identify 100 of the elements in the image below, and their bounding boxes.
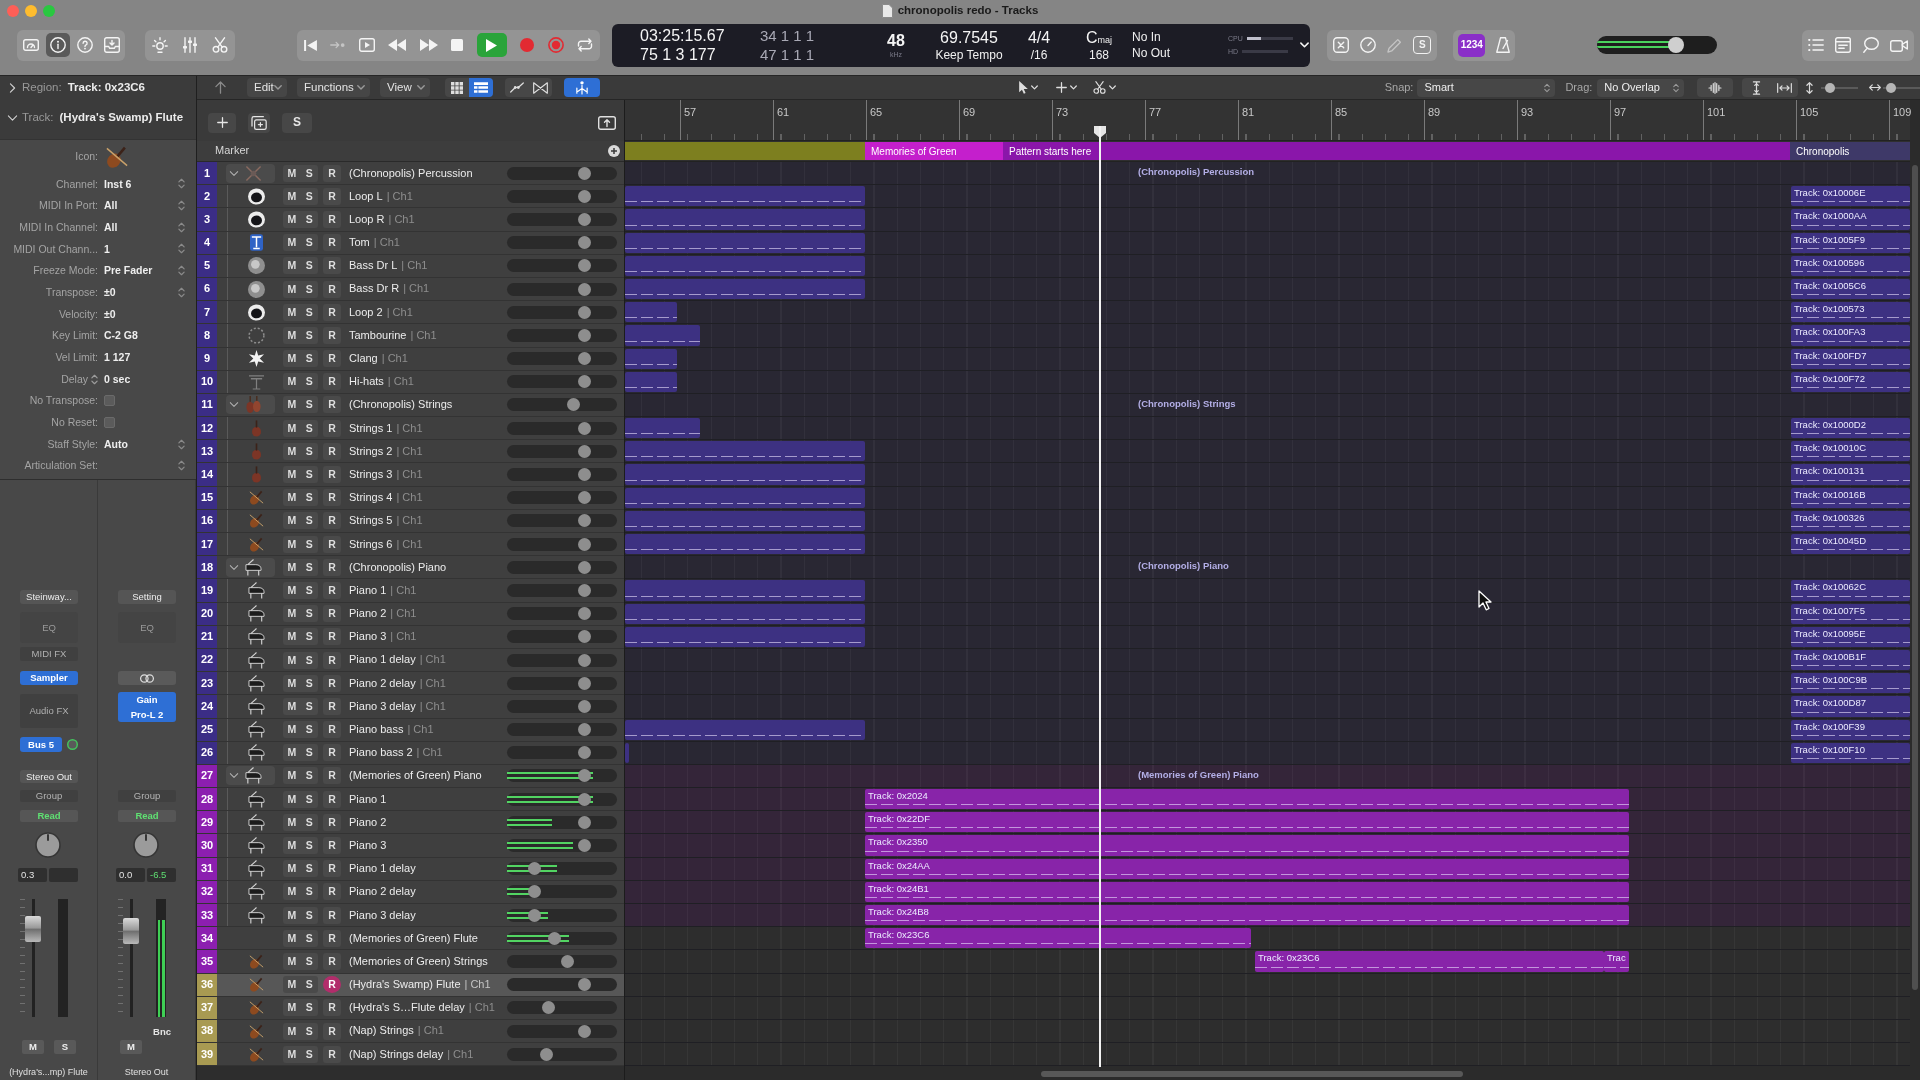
eq-display[interactable]: EQ <box>20 612 78 643</box>
mute-button[interactable]: M <box>283 744 301 762</box>
output-button[interactable]: Stereo Out <box>20 770 78 783</box>
record-button[interactable]: R <box>323 744 341 762</box>
track-header[interactable]: 18 M S R (Chronopolis) Piano <box>197 556 624 580</box>
region[interactable]: Track: 0x24AA <box>865 858 1629 879</box>
slider-knob[interactable] <box>1886 82 1897 93</box>
solo-button[interactable]: S <box>300 976 318 994</box>
search-icon[interactable] <box>1862 37 1879 53</box>
track-header[interactable]: 23 M S R Piano 2 delay | Ch1 <box>197 672 624 696</box>
count-in-button[interactable]: 1234 <box>1458 33 1486 57</box>
volume-slider[interactable] <box>507 1024 617 1038</box>
field-value[interactable]: 1 127 <box>104 351 131 364</box>
track-header[interactable]: 26 M S R Piano bass 2 | Ch1 <box>197 741 624 765</box>
record-button[interactable]: R <box>323 396 341 414</box>
record-button[interactable]: R <box>323 976 341 994</box>
mute-button[interactable]: M <box>283 767 301 785</box>
solo-button[interactable]: S <box>300 860 318 878</box>
record-button[interactable]: R <box>323 558 341 576</box>
track-header[interactable]: 2 M S R Loop L | Ch1 <box>197 185 624 209</box>
solo-button[interactable]: S <box>300 466 318 484</box>
record-button[interactable]: R <box>323 929 341 947</box>
caret-icon[interactable] <box>1300 42 1309 48</box>
region[interactable]: Track: 0x2350 <box>865 835 1629 856</box>
fader-handle[interactable] <box>25 915 41 942</box>
region[interactable]: Track: 0x1005F9 <box>1791 232 1910 253</box>
volume-slider[interactable] <box>507 352 617 366</box>
fast-forward-icon[interactable] <box>419 39 438 51</box>
volume-slider[interactable] <box>507 398 617 412</box>
region[interactable] <box>625 534 865 555</box>
group-button[interactable]: Group <box>118 790 176 802</box>
region[interactable]: Track: 0x100F10 <box>1791 742 1910 763</box>
mute-button[interactable]: M <box>283 466 301 484</box>
plugin-button[interactable]: Gain <box>118 692 176 707</box>
track-header[interactable]: 33 M S R Piano 3 delay <box>197 904 624 928</box>
stepper-icon[interactable] <box>178 200 185 212</box>
region[interactable] <box>625 232 865 253</box>
region[interactable] <box>625 487 865 508</box>
track-header[interactable]: 4 M S R Tom | Ch1 <box>197 231 624 255</box>
solo-button[interactable]: S <box>300 326 318 344</box>
mute-button[interactable]: M <box>283 906 301 924</box>
region[interactable]: Track: 0x1007F5 <box>1791 603 1910 624</box>
scissors-icon[interactable] <box>212 37 228 53</box>
mute-button[interactable]: M <box>283 164 301 182</box>
solo-button[interactable]: S <box>300 442 318 460</box>
slider-knob[interactable] <box>528 885 541 899</box>
region[interactable]: Track: 0x100D87 <box>1791 696 1910 717</box>
stepper-icon[interactable] <box>91 373 98 385</box>
record-button[interactable]: R <box>323 1022 341 1040</box>
send-knob-icon[interactable] <box>67 739 78 750</box>
camera-icon[interactable] <box>1890 38 1909 52</box>
track-header[interactable]: 24 M S R Piano 3 delay | Ch1 <box>197 695 624 719</box>
scissors-tool-button[interactable] <box>1092 78 1118 97</box>
volume-slider[interactable] <box>507 491 617 505</box>
track-header[interactable]: 32 M S R Piano 2 delay <box>197 880 624 904</box>
track-header[interactable]: 35 M S R (Memories of Green) Strings <box>197 950 624 974</box>
region[interactable]: Track: 0x24B8 <box>865 905 1629 926</box>
mute-button[interactable]: M <box>283 489 301 507</box>
region[interactable]: Track: 0x100596 <box>1791 255 1910 276</box>
master-volume-slider[interactable] <box>1597 36 1717 54</box>
solo-button[interactable]: S <box>300 628 318 646</box>
mute-button[interactable]: M <box>283 651 301 669</box>
volume-slider[interactable] <box>507 723 617 737</box>
chevron-icon[interactable] <box>7 114 18 121</box>
slider-knob[interactable] <box>577 699 591 713</box>
solo-button[interactable]: S <box>300 581 318 599</box>
track-header[interactable]: 14 M S R Strings 3 | Ch1 <box>197 463 624 487</box>
solo-button[interactable]: S <box>300 187 318 205</box>
mute-button[interactable]: M <box>283 813 301 831</box>
slider-knob[interactable] <box>577 746 591 760</box>
track-header[interactable]: 39 M S R (Nap) Strings delay | Ch1 <box>197 1043 624 1067</box>
region[interactable] <box>625 580 865 601</box>
slider-knob[interactable] <box>577 723 591 737</box>
mute-button[interactable]: M <box>283 558 301 576</box>
volume-slider[interactable] <box>507 468 617 482</box>
track-header[interactable]: 15 M S R Strings 4 | Ch1 <box>197 486 624 510</box>
solo-button[interactable]: S <box>300 999 318 1017</box>
region[interactable]: Track: 0x10010C <box>1791 441 1910 462</box>
region[interactable] <box>625 325 700 346</box>
slider-knob[interactable] <box>577 1024 591 1038</box>
track-header[interactable]: 36 M S R (Hydra's Swamp) Flute | Ch1 <box>197 973 624 997</box>
volume-slider[interactable] <box>507 954 617 968</box>
stepper-icon[interactable] <box>178 178 185 190</box>
track-header[interactable]: 27 M S R (Memories of Green) Piano <box>197 764 624 789</box>
cycle-icon[interactable] <box>577 38 594 52</box>
volume-slider[interactable] <box>507 746 617 760</box>
region[interactable]: Track: 0x100C9B <box>1791 673 1910 694</box>
mute-button[interactable]: M <box>283 999 301 1017</box>
slider-knob[interactable] <box>577 421 591 435</box>
field-value[interactable]: C-2 G8 <box>104 329 138 342</box>
global-solo-button[interactable]: S <box>282 112 312 133</box>
field-value[interactable]: Inst 6 <box>104 177 132 191</box>
region[interactable]: Track: 0x2024 <box>865 789 1629 810</box>
region[interactable]: Track: 0x23C6 <box>1255 951 1604 972</box>
volume-slider[interactable] <box>507 236 617 250</box>
field-value[interactable]: Pre Fader <box>104 264 153 277</box>
duplicate-track-button[interactable] <box>248 112 270 133</box>
mute-button[interactable]: M <box>283 396 301 414</box>
volume-slider[interactable] <box>507 769 617 783</box>
record-button[interactable]: R <box>323 442 341 460</box>
